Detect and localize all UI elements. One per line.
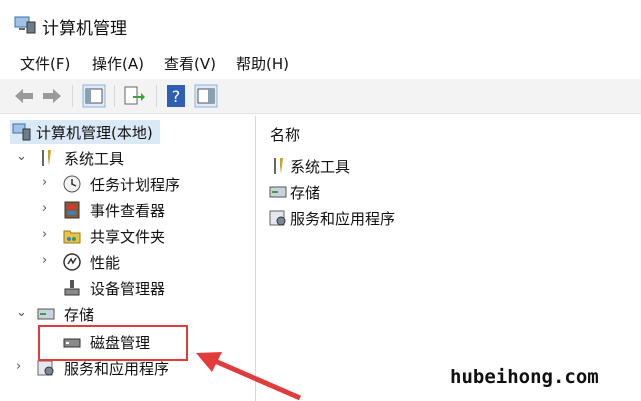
- chevron-right-icon[interactable]: ›: [42, 201, 47, 216]
- tree-item-root[interactable]: 计算机管理(本地): [10, 120, 160, 144]
- tree-item-event-viewer[interactable]: › 事件查看器: [40, 198, 240, 222]
- window-title: 计算机管理: [42, 19, 127, 39]
- clock-icon: [63, 175, 81, 193]
- tree-item-task-scheduler[interactable]: › 任务计划程序: [40, 172, 240, 196]
- menu-view[interactable]: 查看(V): [164, 53, 216, 74]
- list-item-storage[interactable]: 存储: [268, 180, 468, 204]
- watermark: hubeihong.com: [450, 366, 599, 388]
- chevron-right-icon[interactable]: ›: [42, 227, 47, 242]
- chevron-down-icon[interactable]: ⌄: [16, 305, 27, 320]
- storage-icon: [269, 186, 287, 198]
- chevron-right-icon[interactable]: ›: [42, 253, 47, 268]
- chevron-right-icon[interactable]: ›: [16, 359, 21, 374]
- help-icon[interactable]: ?: [164, 84, 188, 108]
- performance-icon: [63, 253, 81, 271]
- export-list-icon[interactable]: [122, 84, 146, 108]
- chevron-right-icon[interactable]: ›: [42, 175, 47, 190]
- list-item-system-tools[interactable]: 系统工具: [268, 154, 468, 178]
- action-pane-icon[interactable]: [194, 84, 218, 108]
- event-viewer-icon: [64, 201, 80, 219]
- show-hide-console-tree-icon[interactable]: [82, 84, 106, 108]
- services-icon: [37, 360, 54, 376]
- services-icon: [269, 210, 286, 226]
- menu-file[interactable]: 文件(F): [20, 53, 70, 74]
- toolbar: ?: [0, 79, 641, 114]
- menu-action[interactable]: 操作(A): [92, 53, 144, 74]
- chevron-down-icon[interactable]: ⌄: [16, 149, 27, 164]
- tree-item-system-tools[interactable]: ⌄ 系统工具: [14, 146, 214, 170]
- highlight-box: [38, 325, 188, 361]
- list-item-services-apps[interactable]: 服务和应用程序: [268, 206, 468, 230]
- computer-management-icon: [12, 123, 31, 141]
- back-icon[interactable]: [12, 84, 36, 108]
- tools-icon: [42, 150, 51, 166]
- computer-management-icon: [14, 16, 36, 34]
- tools-icon: [274, 158, 283, 174]
- forward-icon[interactable]: [40, 84, 64, 108]
- tree-item-shared-folders[interactable]: › 共享文件夹: [40, 224, 240, 248]
- tree-item-storage[interactable]: ⌄ 存储: [14, 302, 214, 326]
- tree-item-device-manager[interactable]: 设备管理器: [40, 276, 240, 300]
- storage-icon: [37, 308, 55, 320]
- tree-item-performance[interactable]: › 性能: [40, 250, 240, 274]
- menu-bar: 文件(F) 操作(A) 查看(V) 帮助(H): [0, 50, 641, 76]
- column-header-name[interactable]: 名称: [270, 124, 300, 145]
- content-pane: 名称 系统工具 存储 服务和应用程序: [256, 116, 641, 401]
- title-bar: 计算机管理: [0, 0, 641, 46]
- menu-help[interactable]: 帮助(H): [236, 53, 289, 74]
- device-manager-icon: [64, 280, 80, 296]
- shared-folder-icon: [63, 230, 81, 244]
- svg-text:?: ?: [172, 87, 181, 106]
